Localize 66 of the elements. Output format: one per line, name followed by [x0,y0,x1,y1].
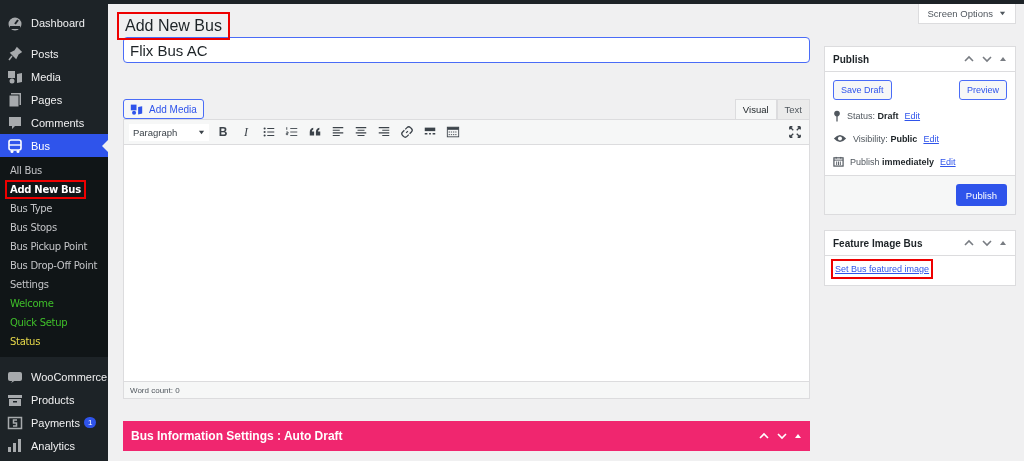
sidebar-item[interactable]: Payments 1 [0,411,108,434]
publish-info: Publish immediately [850,156,935,167]
dropdown-arrow-icon [198,128,205,136]
box-title: Feature Image Bus [833,237,923,249]
dropdown-arrow-icon [999,10,1006,17]
media-icon [130,102,143,116]
sidebar-item[interactable]: Products [0,388,108,411]
publish-info: Visibility: Public [853,133,918,144]
bold-button[interactable]: B [214,123,232,141]
featured-image-link[interactable]: Set Bus featured image [831,259,934,279]
collapse-triangle-icon[interactable] [999,239,1007,247]
collapse-triangle-icon[interactable] [794,432,802,440]
count-badge: 1 [83,417,97,428]
chevron-down-icon[interactable] [981,237,993,249]
bar-chart-icon [7,437,23,454]
submenu-item[interactable]: Status [10,336,41,347]
dollar-icon [7,414,23,431]
sidebar-item[interactable]: WooCommerce [0,365,108,388]
settings-panel-header[interactable]: Bus Information Settings : Auto Draft [123,421,810,451]
sidebar-item[interactable]: Pages [0,88,108,111]
submenu-item[interactable]: Quick Setup [10,317,68,328]
save-draft-button[interactable]: Save Draft [833,80,892,100]
pages-icon [7,91,23,108]
pushpin-icon [833,109,841,122]
sidebar-item[interactable]: Comments [0,111,108,134]
format-dropdown[interactable]: Paragraph [129,123,209,141]
submenu-item[interactable]: Welcome [10,298,54,309]
preview-button[interactable]: Preview [959,80,1007,100]
publish-button[interactable]: Publish [955,184,1007,206]
sidebar-item[interactable]: Dashboard [0,11,108,34]
editor-tab[interactable]: Visual [734,99,777,119]
media-icon [7,68,23,85]
edit-link[interactable]: Edit [940,156,956,167]
submenu-item[interactable]: Add New Bus [10,184,81,195]
speech-bubble-icon [7,114,23,131]
submenu-item[interactable]: Bus Pickup Point [10,241,88,252]
chevron-down-icon[interactable] [981,53,993,65]
submenu-item[interactable]: Bus Type [10,203,53,214]
bus-icon [7,137,23,154]
sidebar-item[interactable]: Bus [0,134,108,157]
collapse-triangle-icon[interactable] [999,55,1007,63]
sidebar-item[interactable]: Posts [0,42,108,65]
word-count: Word count: 0 [124,381,809,398]
add-media-button[interactable]: Add Media [123,99,204,119]
link-icon[interactable] [398,123,416,141]
calendar-icon [833,156,844,167]
submenu-item[interactable]: All Bus [10,165,42,176]
box-title: Publish [833,53,870,65]
title-field[interactable]: Flix Bus AC [123,37,810,63]
edit-link[interactable]: Edit [923,133,939,144]
screen-options-button[interactable]: Screen Options [917,4,1016,24]
submenu-item[interactable]: Bus Drop-Off Point [10,260,98,271]
submenu-item[interactable]: Settings [10,279,49,290]
pushpin-icon [7,45,23,62]
sidebar-item[interactable]: Media [0,65,108,88]
fullscreen-icon[interactable] [786,123,804,141]
panel-title: Bus Information Settings : Auto Draft [131,429,343,443]
italic-button[interactable]: I [237,122,255,142]
chevron-down-icon[interactable] [776,430,788,442]
edit-link[interactable]: Edit [904,110,921,121]
page-title: Add New Bus [125,17,222,35]
publish-info: Status: Draft [847,110,899,121]
sidebar-item[interactable]: Analytics [0,434,108,457]
submenu-item[interactable]: Bus Stops [10,222,57,233]
editor-tab[interactable]: Text [776,99,810,119]
eye-icon [833,134,847,143]
